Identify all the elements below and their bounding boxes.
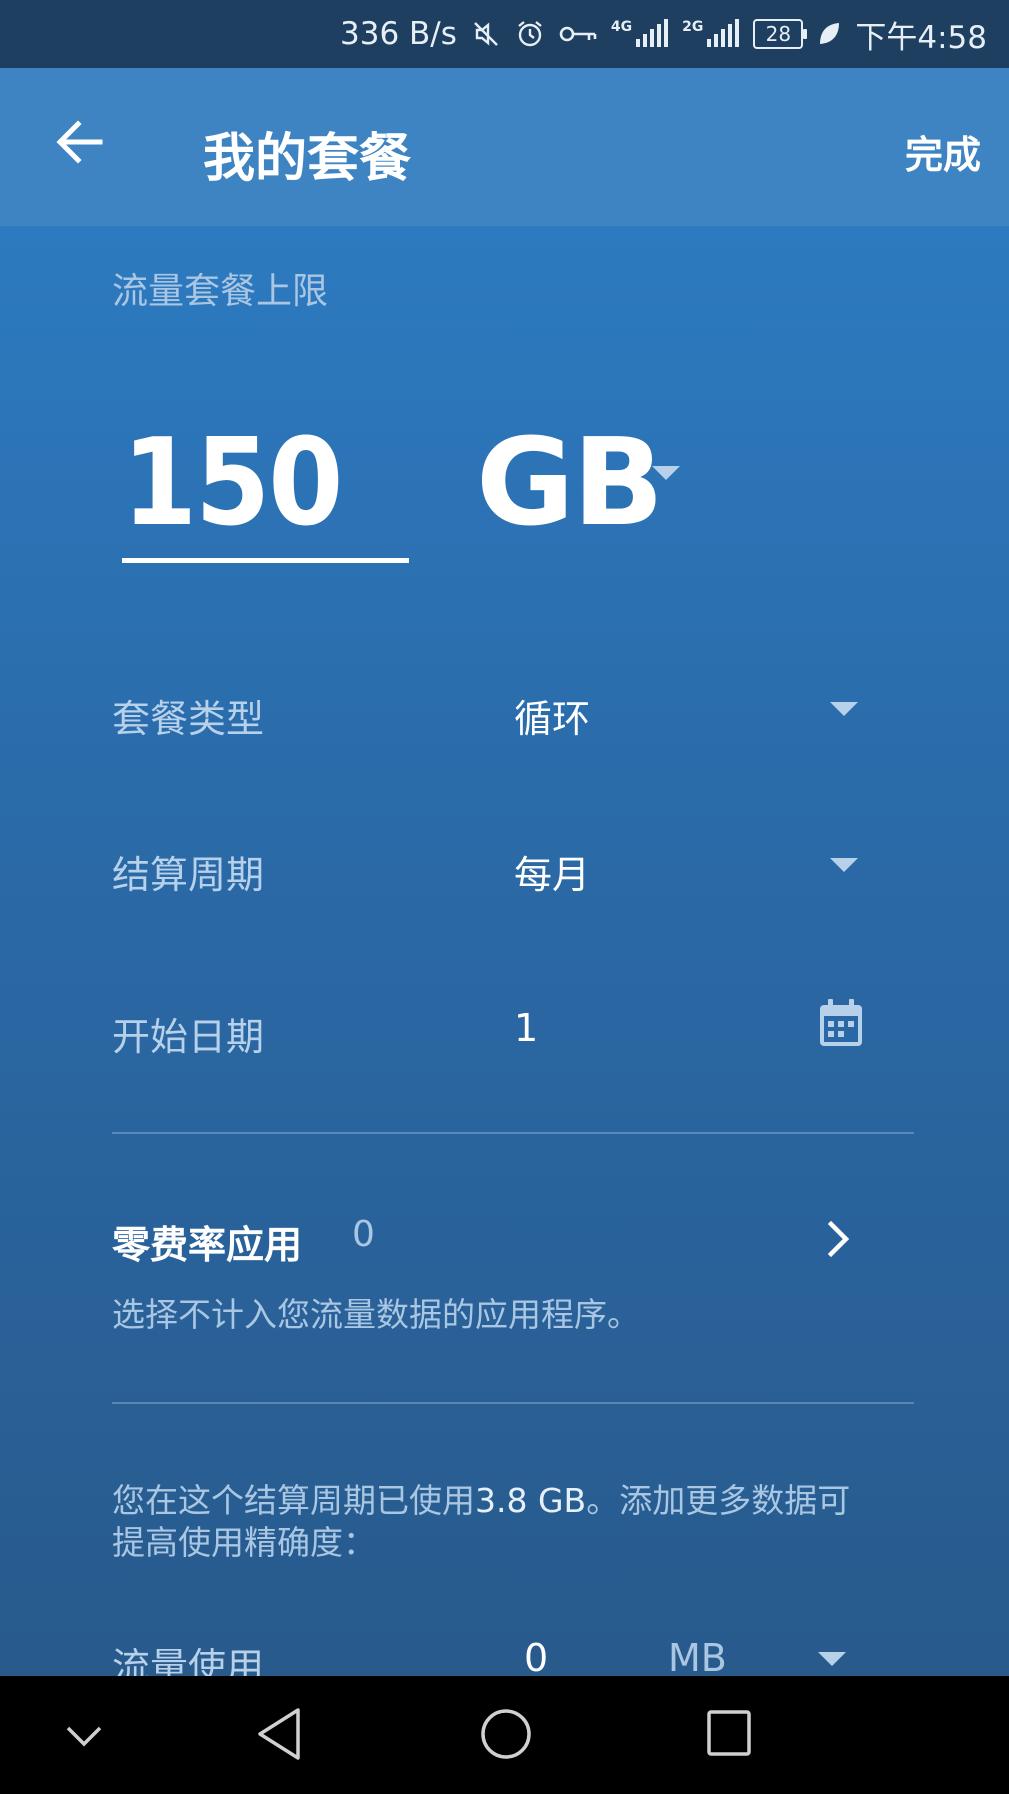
done-button[interactable]: 完成 bbox=[905, 124, 981, 179]
usage-note-prefix: 您在这个结算周期已使用 bbox=[112, 1481, 475, 1520]
battery-icon: 28 bbox=[753, 19, 808, 49]
back-triangle-icon[interactable] bbox=[254, 1706, 304, 1762]
plan-type-select[interactable]: 循环 bbox=[514, 688, 590, 743]
plan-type-caret-icon[interactable] bbox=[830, 702, 858, 716]
chevron-right-icon[interactable] bbox=[826, 1220, 852, 1258]
calendar-icon[interactable] bbox=[818, 998, 864, 1048]
status-bar: 336 B/s 4G 2G 28 下午4:58 bbox=[0, 0, 1009, 68]
alarm-icon bbox=[518, 21, 542, 47]
mute-icon bbox=[474, 22, 498, 46]
data-limit-label: 流量套餐上限 bbox=[112, 271, 329, 312]
battery-level: 28 bbox=[765, 22, 792, 46]
data-limit-input-underline bbox=[122, 558, 409, 563]
zero-rate-apps-item[interactable]: 零费率应用 bbox=[112, 1214, 302, 1269]
start-date-value[interactable]: 1 bbox=[514, 1006, 538, 1050]
vpn-key-icon bbox=[559, 26, 597, 42]
network-type-4g: 4G bbox=[610, 19, 633, 35]
plan-type-label: 套餐类型 bbox=[112, 697, 265, 741]
page-title: 我的套餐 bbox=[203, 129, 412, 189]
back-arrow-icon[interactable] bbox=[50, 112, 110, 172]
clock: 下午4:58 bbox=[855, 19, 987, 56]
divider bbox=[112, 1132, 914, 1134]
usage-note-amount: 3.8 GB bbox=[475, 1481, 587, 1520]
divider bbox=[112, 1402, 914, 1404]
leaf-icon bbox=[820, 23, 840, 44]
net-speed: 336 B/s bbox=[340, 16, 457, 52]
data-usage-unit-select[interactable]: MB bbox=[668, 1636, 727, 1680]
billing-cycle-caret-icon[interactable] bbox=[830, 858, 858, 872]
zero-rate-apps-description: 选择不计入您流量数据的应用程序。 bbox=[112, 1295, 640, 1334]
home-circle-icon[interactable] bbox=[478, 1706, 534, 1762]
usage-note-line2: 提高使用精确度： bbox=[112, 1523, 376, 1562]
hide-nav-chevron-down-icon[interactable] bbox=[60, 1716, 108, 1756]
billing-cycle-label: 结算周期 bbox=[112, 853, 265, 897]
data-limit-input[interactable]: 150 bbox=[122, 414, 343, 553]
unit-dropdown-caret-icon[interactable] bbox=[652, 466, 680, 480]
navigation-bar bbox=[0, 1676, 1009, 1794]
app-bar: 我的套餐 完成 bbox=[0, 68, 1009, 226]
recents-square-icon[interactable] bbox=[706, 1706, 752, 1762]
data-limit-unit-select[interactable]: GB bbox=[476, 414, 664, 553]
billing-cycle-select[interactable]: 每月 bbox=[514, 844, 590, 899]
signal-2g-icon bbox=[707, 19, 740, 47]
start-date-label: 开始日期 bbox=[112, 1015, 265, 1059]
data-usage-input[interactable]: 0 bbox=[524, 1636, 548, 1680]
zero-rate-apps-count: 0 bbox=[352, 1214, 375, 1255]
usage-note-suffix: 。添加更多数据可 bbox=[586, 1481, 851, 1520]
plan-settings: 流量套餐上限 150 GB 套餐类型 循环 结算周期 每月 开始日期 1 零费率… bbox=[0, 226, 1009, 1689]
usage-note: 您在这个结算周期已使用3.8 GB。添加更多数据可 提高使用精确度： bbox=[112, 1480, 850, 1564]
usage-unit-caret-icon[interactable] bbox=[818, 1652, 846, 1666]
network-type-2g: 2G bbox=[682, 19, 704, 35]
signal-4g-icon bbox=[636, 19, 669, 47]
